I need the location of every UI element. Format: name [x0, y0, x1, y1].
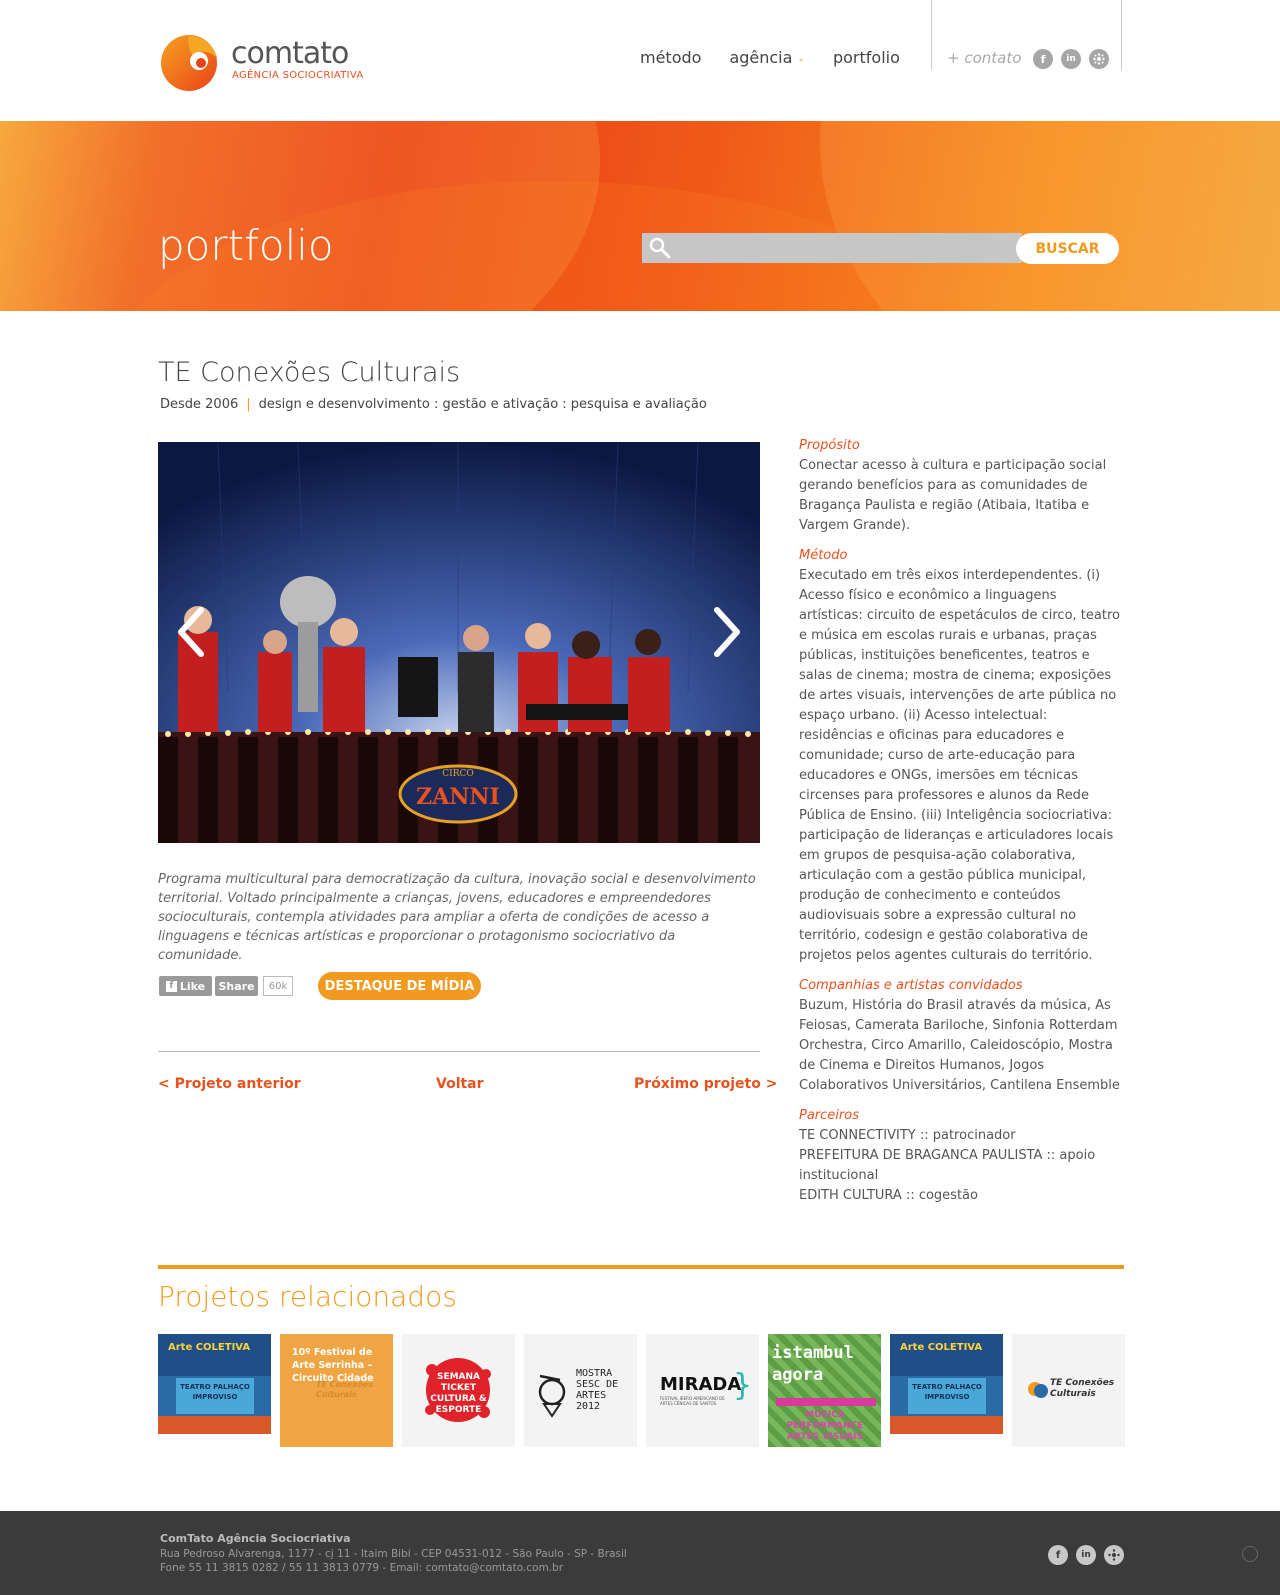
- slide-image: CIRCO ZANNI: [158, 442, 760, 843]
- project-caption: Programa multicultural para democratizaç…: [158, 872, 756, 963]
- footer-address: Rua Pedroso Alvarenga, 1177 - cj 11 - It…: [160, 1548, 627, 1560]
- related-project-arte-coletiva[interactable]: Arte COLETIVA TEATRO PALHAÇO IMPROVISO: [158, 1334, 271, 1447]
- facebook-like-button[interactable]: f Like: [159, 976, 212, 996]
- nav-divider: [931, 0, 932, 70]
- parceiros-list: TE CONNECTIVITY :: patrocinador PREFEITU…: [799, 1126, 1124, 1206]
- footer-facebook-icon[interactable]: f: [1048, 1545, 1068, 1565]
- slider-next-arrow-icon[interactable]: [707, 602, 747, 662]
- divider: [158, 1051, 760, 1052]
- slide-sign-top: CIRCO: [442, 769, 473, 779]
- logo[interactable]: comtato AGÊNCIA SOCIOCRIATIVA: [159, 32, 379, 92]
- project-details: Propósito Conectar acesso à cultura e pa…: [799, 438, 1124, 1206]
- prev-project-link[interactable]: < Projeto anterior: [158, 1076, 301, 1092]
- search-button[interactable]: BUSCAR: [1016, 233, 1119, 264]
- proposito-text: Conectar acesso à cultura e participação…: [799, 458, 1107, 533]
- proposito-heading: Propósito: [799, 438, 860, 453]
- logo-mark-icon: [161, 35, 217, 91]
- page-title: portfolio: [158, 221, 334, 270]
- related-project-istambul-agora[interactable]: istambul agora MÚSICA PERFORMANCE ARTES …: [768, 1334, 881, 1447]
- footer-contact: Fone 55 11 3815 0282 / 55 11 3813 0779 -…: [160, 1562, 564, 1574]
- related-project-festival-arte-serrinha[interactable]: 10º Festival de Arte Serrinha – Circuito…: [280, 1334, 393, 1447]
- related-project-arte-coletiva-2[interactable]: Arte COLETIVA TEATRO PALHAÇO IMPROVISO: [890, 1334, 1003, 1447]
- masks-icon: [1028, 1382, 1048, 1398]
- companhias-heading: Companhias e artistas convidados: [799, 978, 1023, 993]
- related-divider: [158, 1265, 1124, 1269]
- footer-badge-icon[interactable]: [1242, 1546, 1258, 1562]
- slide-sign: ZANNI: [416, 784, 500, 810]
- project-since: Desde 2006: [160, 397, 239, 412]
- slider-prev-arrow-icon[interactable]: [171, 602, 211, 662]
- logo-wordmark: comtato: [231, 36, 349, 71]
- related-project-te-conexoes[interactable]: TE Conexões Culturais: [1012, 1334, 1125, 1447]
- search-input[interactable]: [642, 233, 1022, 263]
- nav-item-metodo[interactable]: método: [640, 48, 701, 67]
- share-count: 60k: [263, 976, 293, 996]
- parceiro-item: TE CONNECTIVITY :: patrocinador: [799, 1128, 1016, 1143]
- metodo-text: Executado em três eixos interdependentes…: [799, 568, 1120, 963]
- footer-network-icon[interactable]: [1104, 1545, 1124, 1565]
- nav-item-agencia[interactable]: agência ⌄: [729, 48, 805, 67]
- nav-divider: [1121, 0, 1122, 70]
- contato-link[interactable]: + contato: [947, 49, 1021, 67]
- logo-tagline: AGÊNCIA SOCIOCRIATIVA: [232, 70, 364, 81]
- footer-linkedin-icon[interactable]: in: [1076, 1545, 1096, 1565]
- page-banner: portfolio: [0, 121, 1280, 311]
- back-link[interactable]: Voltar: [436, 1076, 484, 1092]
- related-project-semana-ticket[interactable]: SEMANA TICKET CULTURA & ESPORTE: [402, 1334, 515, 1447]
- search-icon: [649, 237, 671, 259]
- parceiros-heading: Parceiros: [799, 1108, 859, 1123]
- next-project-link[interactable]: Próximo projeto >: [634, 1076, 777, 1092]
- nav-item-portfolio[interactable]: portfolio: [833, 48, 900, 67]
- related-title: Projetos relacionados: [158, 1280, 457, 1313]
- parceiro-item: PREFEITURA DE BRAGANCA PAULISTA :: apoio…: [799, 1148, 1096, 1183]
- linkedin-icon[interactable]: in: [1061, 49, 1081, 69]
- parceiro-item: EDITH CULTURA :: cogestão: [799, 1188, 978, 1203]
- related-project-mirada[interactable]: MIRADA } FESTIVAL IBERO-AMERICANO DE ART…: [646, 1334, 759, 1447]
- project-meta: Desde 2006 | design e desenvolvimento : ge…: [160, 397, 707, 412]
- chevron-down-icon: ⌄: [797, 54, 805, 64]
- network-icon[interactable]: [1089, 49, 1109, 69]
- facebook-share-button[interactable]: Share: [215, 976, 258, 996]
- facebook-icon[interactable]: f: [1033, 49, 1053, 69]
- companhias-text: Buzum, História do Brasil através da mús…: [799, 998, 1120, 1093]
- metodo-heading: Método: [799, 548, 848, 563]
- project-image-slider[interactable]: CIRCO ZANNI: [158, 442, 760, 843]
- destaque-midia-button[interactable]: DESTAQUE DE MÍDIA: [318, 972, 481, 1000]
- site-header: comtato AGÊNCIA SOCIOCRIATIVA método agê…: [0, 0, 1280, 121]
- facebook-icon: f: [165, 980, 177, 992]
- main-nav: método agência ⌄ portfolio: [640, 48, 928, 67]
- footer-company-name: ComTato Agência Sociocriativa: [160, 1532, 351, 1545]
- related-project-mostra-sesc[interactable]: MOSTRA SESC DE ARTES 2012: [524, 1334, 637, 1447]
- meta-separator: |: [246, 397, 251, 412]
- project-title: TE Conexões Culturais: [158, 357, 461, 388]
- project-categories: design e desenvolvimento : gestão e ativ…: [258, 397, 707, 412]
